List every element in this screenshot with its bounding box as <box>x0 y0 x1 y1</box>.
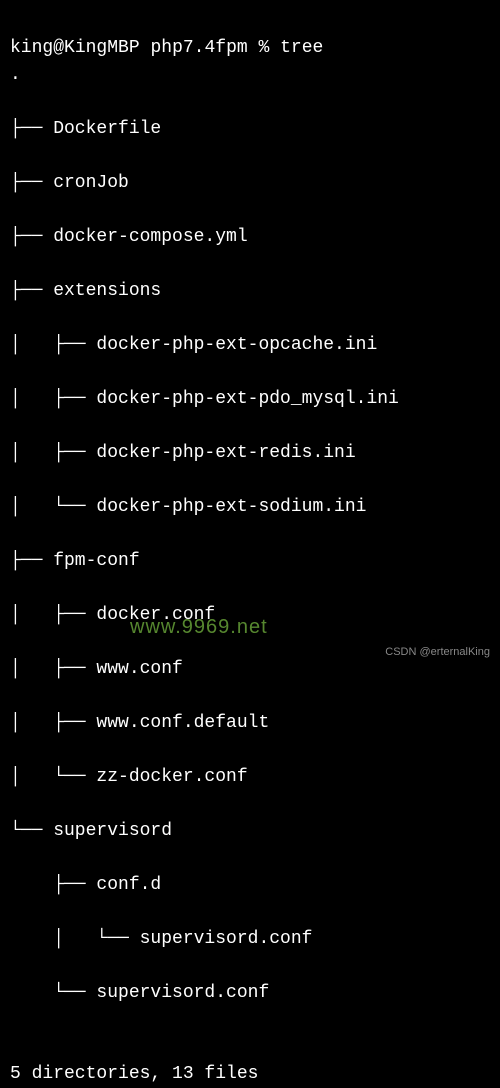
tree-root: . <box>10 62 490 89</box>
tree-entry: └── supervisord <box>10 818 490 845</box>
terminal-output: king@KingMBP php7.4fpm % tree . ├── Dock… <box>10 8 490 1088</box>
tree-entry: ├── extensions <box>10 278 490 305</box>
prompt-symbol: % <box>259 38 270 58</box>
watermark-author: CSDN @erternalKing <box>385 644 490 661</box>
tree-entry: ├── docker-compose.yml <box>10 224 490 251</box>
prompt-user: king <box>10 38 53 58</box>
tree-entry: │ ├── docker-php-ext-redis.ini <box>10 440 490 467</box>
tree-entry: │ ├── docker-php-ext-pdo_mysql.ini <box>10 386 490 413</box>
tree-entry: ├── Dockerfile <box>10 116 490 143</box>
prompt-line: king@KingMBP php7.4fpm % tree <box>10 38 323 58</box>
prompt-host: KingMBP <box>64 38 140 58</box>
tree-entry: ├── conf.d <box>10 872 490 899</box>
tree-entry: └── supervisord.conf <box>10 980 490 1007</box>
command-text[interactable]: tree <box>280 38 323 58</box>
tree-entry: │ └── supervisord.conf <box>10 926 490 953</box>
watermark-site: www.9969.net <box>130 612 268 642</box>
tree-entry: ├── fpm-conf <box>10 548 490 575</box>
tree-entry: │ ├── www.conf <box>10 656 490 683</box>
tree-entry: │ ├── docker-php-ext-opcache.ini <box>10 332 490 359</box>
tree-entry: ├── cronJob <box>10 170 490 197</box>
tree-entry: │ └── zz-docker.conf <box>10 764 490 791</box>
tree-entry: │ └── docker-php-ext-sodium.ini <box>10 494 490 521</box>
prompt-path: php7.4fpm <box>150 38 247 58</box>
tree-entry: │ ├── www.conf.default <box>10 710 490 737</box>
tree-summary: 5 directories, 13 files <box>10 1064 258 1084</box>
